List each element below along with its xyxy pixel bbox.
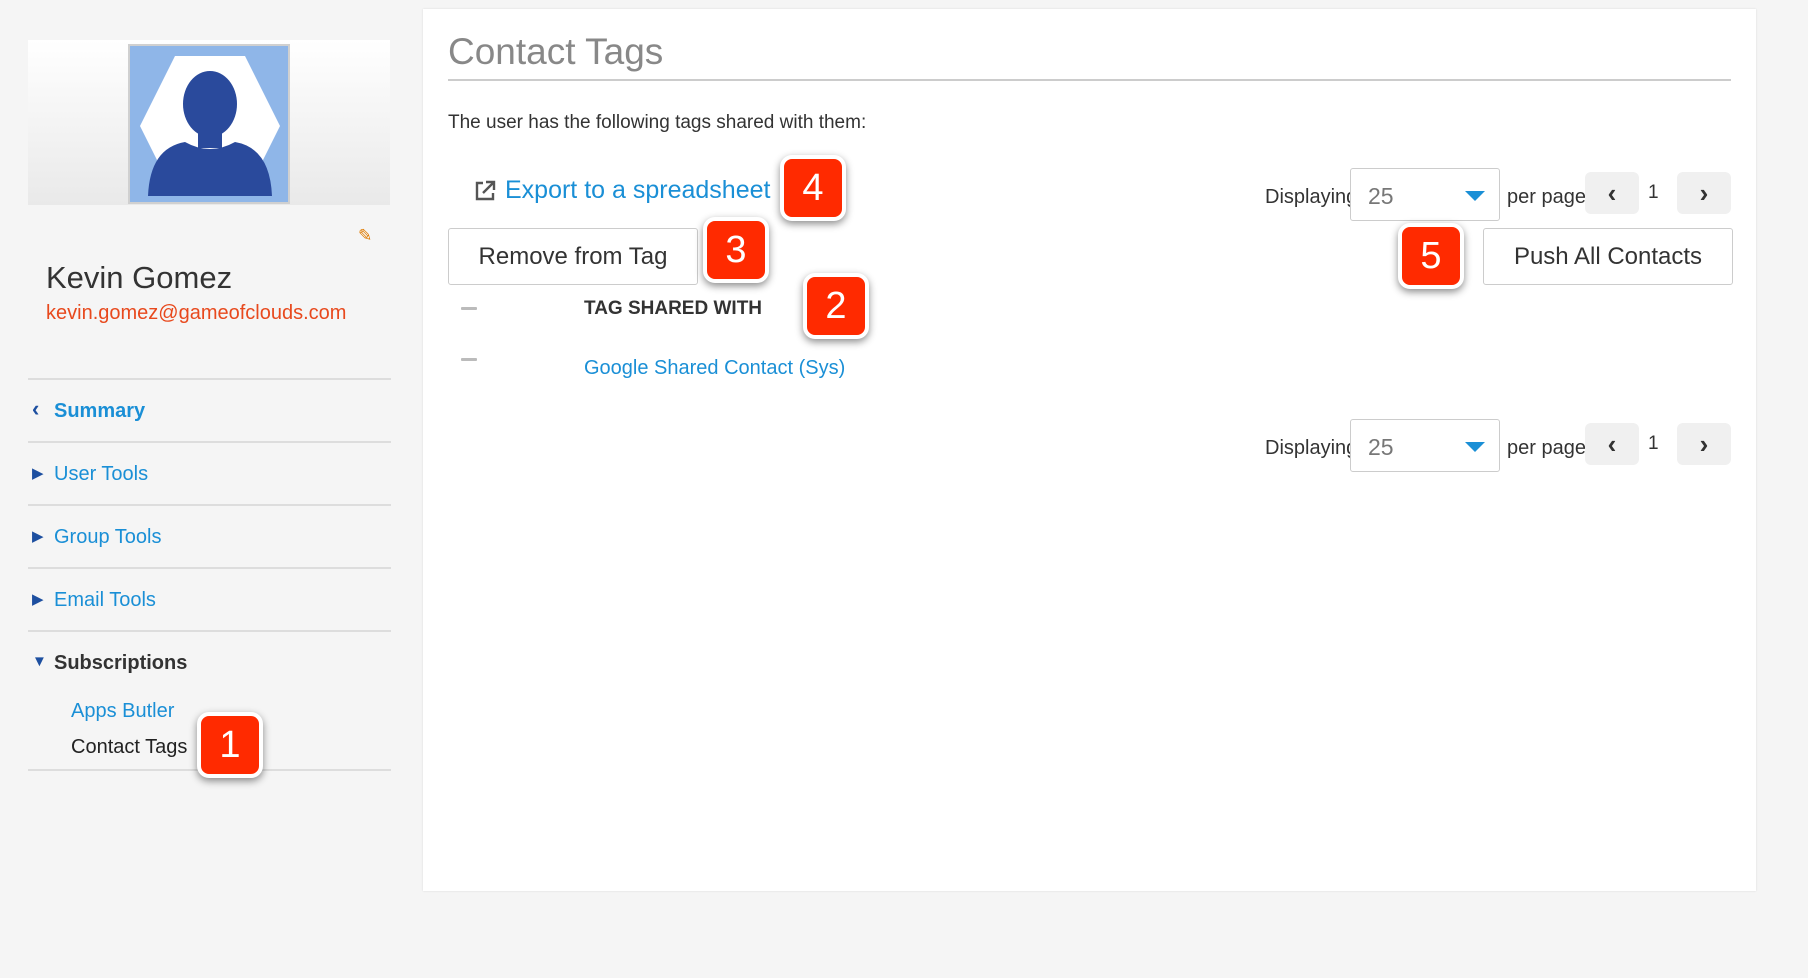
sidebar-item-label: Summary <box>54 400 146 422</box>
triangle-down-icon: ▼ <box>32 653 47 670</box>
prev-page-button[interactable]: ‹ <box>1585 172 1639 214</box>
sidebar-item-email-tools[interactable]: ▶ Email Tools <box>28 567 391 630</box>
chevron-right-icon: › <box>1699 428 1709 459</box>
callout-badge-1: 1 <box>197 712 263 778</box>
per-page-select[interactable]: 25 <box>1350 419 1500 472</box>
next-page-button[interactable]: › <box>1677 172 1731 214</box>
title-divider <box>448 79 1731 81</box>
prev-page-button[interactable]: ‹ <box>1585 423 1639 465</box>
pagination-bottom: Displaying 25 per page ‹ 1 › <box>1243 419 1733 475</box>
callout-badge-2: 2 <box>803 273 869 339</box>
user-email[interactable]: kevin.gomez@gameofclouds.com <box>46 302 346 325</box>
export-link[interactable]: Export to a spreadsheet <box>473 176 770 205</box>
triangle-right-icon: ▶ <box>32 528 44 545</box>
displaying-label: Displaying <box>1265 186 1358 208</box>
triangle-right-icon: ▶ <box>32 591 44 608</box>
callout-badge-3: 3 <box>703 217 769 283</box>
sidebar-subitem-contact-tags[interactable]: Contact Tags <box>71 736 187 759</box>
caret-down-icon <box>1465 191 1485 201</box>
page-number: 1 <box>1648 182 1659 203</box>
external-link-icon <box>475 180 496 200</box>
page-number: 1 <box>1648 433 1659 454</box>
chevron-left-icon: ‹ <box>1607 428 1617 459</box>
person-silhouette-icon <box>140 56 280 196</box>
per-page-label: per page <box>1507 186 1586 208</box>
sidebar-item-summary[interactable]: ‹ Summary <box>28 378 391 441</box>
pagination-top: Displaying 25 per page ‹ 1 › <box>1243 168 1733 224</box>
avatar[interactable]: ✎ <box>128 44 290 204</box>
next-page-button[interactable]: › <box>1677 423 1731 465</box>
sidebar-item-label: Group Tools <box>54 526 162 548</box>
table-header-tag-shared-with: TAG SHARED WITH <box>584 298 763 319</box>
pencil-icon[interactable]: ✎ <box>358 226 372 246</box>
per-page-select[interactable]: 25 <box>1350 168 1500 221</box>
sidebar: ✎ ✎ Kevin Gomez kevin.gomez@gameofclouds… <box>0 0 420 978</box>
callout-badge-5: 5 <box>1398 223 1464 289</box>
chevron-left-icon: ‹ <box>1607 177 1617 208</box>
intro-text: The user has the following tags shared w… <box>448 112 867 133</box>
select-all-checkbox[interactable] <box>461 307 477 310</box>
export-label: Export to a spreadsheet <box>505 176 771 204</box>
chevron-right-icon: › <box>1699 177 1709 208</box>
sidebar-item-label: Email Tools <box>54 589 156 611</box>
remove-from-tag-button[interactable]: Remove from Tag <box>448 228 698 285</box>
sidebar-item-user-tools[interactable]: ▶ User Tools <box>28 441 391 504</box>
sidebar-item-group-tools[interactable]: ▶ Group Tools <box>28 504 391 567</box>
row-checkbox[interactable] <box>461 358 477 361</box>
callout-badge-4: 4 <box>780 155 846 221</box>
caret-down-icon <box>1465 442 1485 452</box>
triangle-right-icon: ▶ <box>32 465 44 482</box>
per-page-label: per page <box>1507 437 1586 459</box>
sidebar-item-label: User Tools <box>54 463 149 485</box>
page-title: Contact Tags <box>448 31 664 72</box>
sidebar-item-label: Subscriptions <box>54 652 188 674</box>
main-panel: Contact Tags The user has the following … <box>423 9 1756 891</box>
per-page-value: 25 <box>1368 183 1394 209</box>
sidebar-subitem-apps-butler[interactable]: Apps Butler <box>71 700 174 723</box>
push-all-contacts-button[interactable]: Push All Contacts <box>1483 228 1733 285</box>
displaying-label: Displaying <box>1265 437 1358 459</box>
chevron-left-icon: ‹ <box>32 396 40 421</box>
table-row-tag-link[interactable]: Google Shared Contact (Sys) <box>584 357 845 380</box>
user-name: Kevin Gomez <box>46 260 233 295</box>
per-page-value: 25 <box>1368 434 1394 460</box>
